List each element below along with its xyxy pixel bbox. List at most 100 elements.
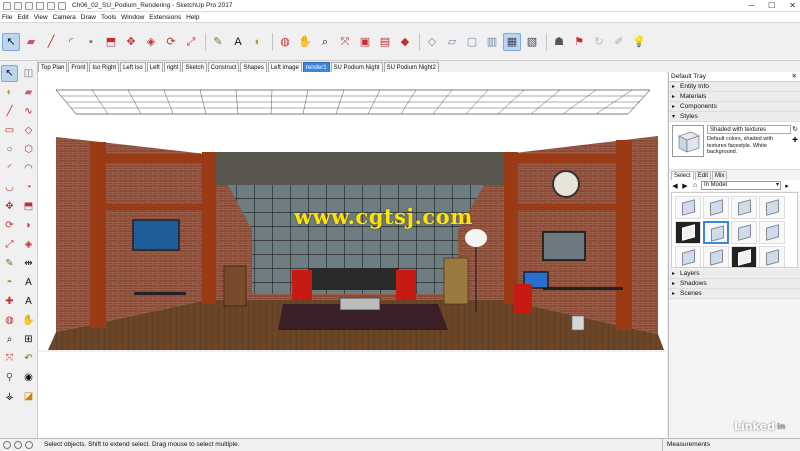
pan-tool-icon[interactable]: ✋ [20, 312, 37, 329]
menu-view[interactable]: View [34, 14, 48, 21]
podium-refresh-icon[interactable]: ↻ [590, 33, 608, 51]
geolocation-icon[interactable] [3, 440, 11, 449]
tab-top-plan[interactable]: Top Plan [38, 62, 68, 72]
offset-tool-icon[interactable]: ◈ [20, 236, 37, 253]
panel-layers[interactable]: ▸ Layers [669, 269, 800, 279]
paint-bucket-icon[interactable]: ◐ [249, 33, 267, 51]
podium-light-icon[interactable]: 💡 [630, 33, 648, 51]
top-view-icon[interactable]: ▱ [443, 33, 461, 51]
extension-warehouse-icon[interactable]: ▤ [376, 33, 394, 51]
tape-measure-icon[interactable]: ✎ [1, 255, 18, 272]
paint-bucket-icon[interactable]: ◐ [1, 84, 18, 101]
arc-tool-icon[interactable]: ◜ [62, 33, 80, 51]
menu-draw[interactable]: Draw [81, 14, 96, 21]
rotated-rectangle-icon[interactable]: ◇ [20, 122, 37, 139]
tab-right[interactable]: right [163, 62, 182, 72]
text-tool-icon[interactable]: A [229, 33, 247, 51]
menu-tools[interactable]: Tools [101, 14, 116, 21]
select-tool-icon[interactable]: ↖ [1, 65, 18, 82]
panel-scenes[interactable]: ▸ Scenes [669, 289, 800, 299]
tab-mix[interactable]: Mix [712, 171, 728, 180]
style-thumbnail[interactable] [703, 196, 729, 219]
tab-shapes[interactable]: Shapes [240, 62, 267, 72]
move-tool-icon[interactable]: ✥ [1, 198, 18, 215]
zoom-window-icon[interactable]: ⊞ [20, 331, 37, 348]
tab-construct[interactable]: Construct [207, 62, 240, 72]
front-view-icon[interactable]: ▢ [463, 33, 481, 51]
create-style-icon[interactable]: ✚ [792, 136, 798, 144]
tab-su-podium-night2[interactable]: SU Podium Night2 [383, 62, 439, 72]
podium-material-icon[interactable]: ✐ [610, 33, 628, 51]
style-thumbnail[interactable] [731, 196, 757, 219]
dimension-tool-icon[interactable]: ⇹ [20, 255, 37, 272]
style-thumbnail-selected[interactable] [703, 221, 729, 244]
measurements-box[interactable]: Measurements [662, 438, 800, 451]
rotate-tool-icon[interactable]: ⟳ [162, 33, 180, 51]
orbit-tool-icon[interactable]: ◍ [1, 312, 18, 329]
three-point-arc-icon[interactable]: ◡ [1, 179, 18, 196]
menu-window[interactable]: Window [121, 14, 144, 21]
follow-me-icon[interactable]: ◗ [20, 217, 37, 234]
eraser-tool-icon[interactable]: ▰ [20, 84, 37, 101]
3d-text-icon[interactable]: A [20, 293, 37, 310]
undo-icon[interactable] [47, 1, 55, 10]
tab-left[interactable]: Left [146, 62, 163, 72]
menu-camera[interactable]: Camera [53, 14, 76, 21]
minimize-button[interactable]: ─ [748, 1, 754, 10]
forward-arrow-icon[interactable]: ▶ [681, 182, 689, 190]
drawing-viewport[interactable]: www.cgtsj.com [38, 72, 667, 438]
circle-tool-icon[interactable]: ○ [1, 141, 18, 158]
eraser-tool-icon[interactable]: ▰ [22, 33, 40, 51]
tab-left-iso[interactable]: Left Iso [120, 62, 146, 72]
polygon-tool-icon[interactable]: ⬡ [20, 141, 37, 158]
layout-icon[interactable]: ◆ [396, 33, 414, 51]
tape-measure-icon[interactable]: ✎ [209, 33, 227, 51]
menu-file[interactable]: File [2, 14, 12, 21]
save-icon[interactable] [36, 1, 44, 10]
update-style-icon[interactable]: ↻ [792, 125, 798, 133]
walk-tool-icon[interactable]: ⚶ [1, 388, 18, 405]
maximize-button[interactable]: ☐ [768, 1, 775, 10]
credits-icon[interactable] [14, 440, 22, 449]
select-tool-icon[interactable]: ↖ [2, 33, 20, 51]
tab-select[interactable]: Select [671, 171, 694, 180]
style-name-field[interactable]: Shaded with textures [707, 125, 791, 134]
style-thumbnail[interactable] [675, 221, 701, 244]
freehand-tool-icon[interactable]: ∿ [20, 103, 37, 120]
tab-su-podium-night[interactable]: SU Podium Night [330, 62, 383, 72]
home-icon[interactable]: ⌂ [691, 182, 699, 189]
arc-tool-icon[interactable]: ◜ [1, 160, 18, 177]
move-tool-icon[interactable]: ✥ [122, 33, 140, 51]
warehouse-icon[interactable]: ▣ [356, 33, 374, 51]
scale-tool-icon[interactable]: ⤢ [1, 236, 18, 253]
style-thumbnail[interactable] [703, 246, 729, 267]
make-component-icon[interactable]: ◫ [20, 65, 37, 82]
tab-sketch[interactable]: Sketch [182, 62, 207, 72]
back-arrow-icon[interactable]: ◀ [671, 182, 679, 190]
shaded-textures-style-icon[interactable]: ▦ [503, 33, 521, 51]
monochrome-style-icon[interactable]: ▧ [523, 33, 541, 51]
tray-close-icon[interactable]: ✕ [792, 72, 797, 81]
pie-tool-icon[interactable]: ◔ [20, 179, 37, 196]
axes-tool-icon[interactable]: ✚ [1, 293, 18, 310]
panel-components[interactable]: ▸ Components [669, 102, 800, 112]
section-plane-icon[interactable]: ◪ [20, 388, 37, 405]
podium-settings-icon[interactable]: ⚑ [570, 33, 588, 51]
podium-render-icon[interactable]: ☗ [550, 33, 568, 51]
shape-tool-icon[interactable]: ▪ [82, 33, 100, 51]
menu-help[interactable]: Help [186, 14, 199, 21]
scale-tool-icon[interactable]: ⤢ [182, 33, 200, 51]
style-thumbnail[interactable] [675, 196, 701, 219]
rotate-tool-icon[interactable]: ⟳ [1, 217, 18, 234]
zoom-tool-icon[interactable]: ⌕ [316, 33, 334, 51]
two-point-arc-icon[interactable]: ◠ [20, 160, 37, 177]
panel-styles[interactable]: ▾ Styles [669, 112, 800, 122]
rectangle-tool-icon[interactable]: ▭ [1, 122, 18, 139]
look-around-icon[interactable]: ◉ [20, 369, 37, 386]
style-thumbnail[interactable] [731, 246, 757, 267]
text-tool-icon[interactable]: A [20, 274, 37, 291]
panel-entity-info[interactable]: ▸ Entity Info [669, 82, 800, 92]
tab-front[interactable]: Front [68, 62, 89, 72]
style-thumbnail[interactable] [759, 246, 785, 267]
style-thumbnail[interactable] [731, 221, 757, 244]
